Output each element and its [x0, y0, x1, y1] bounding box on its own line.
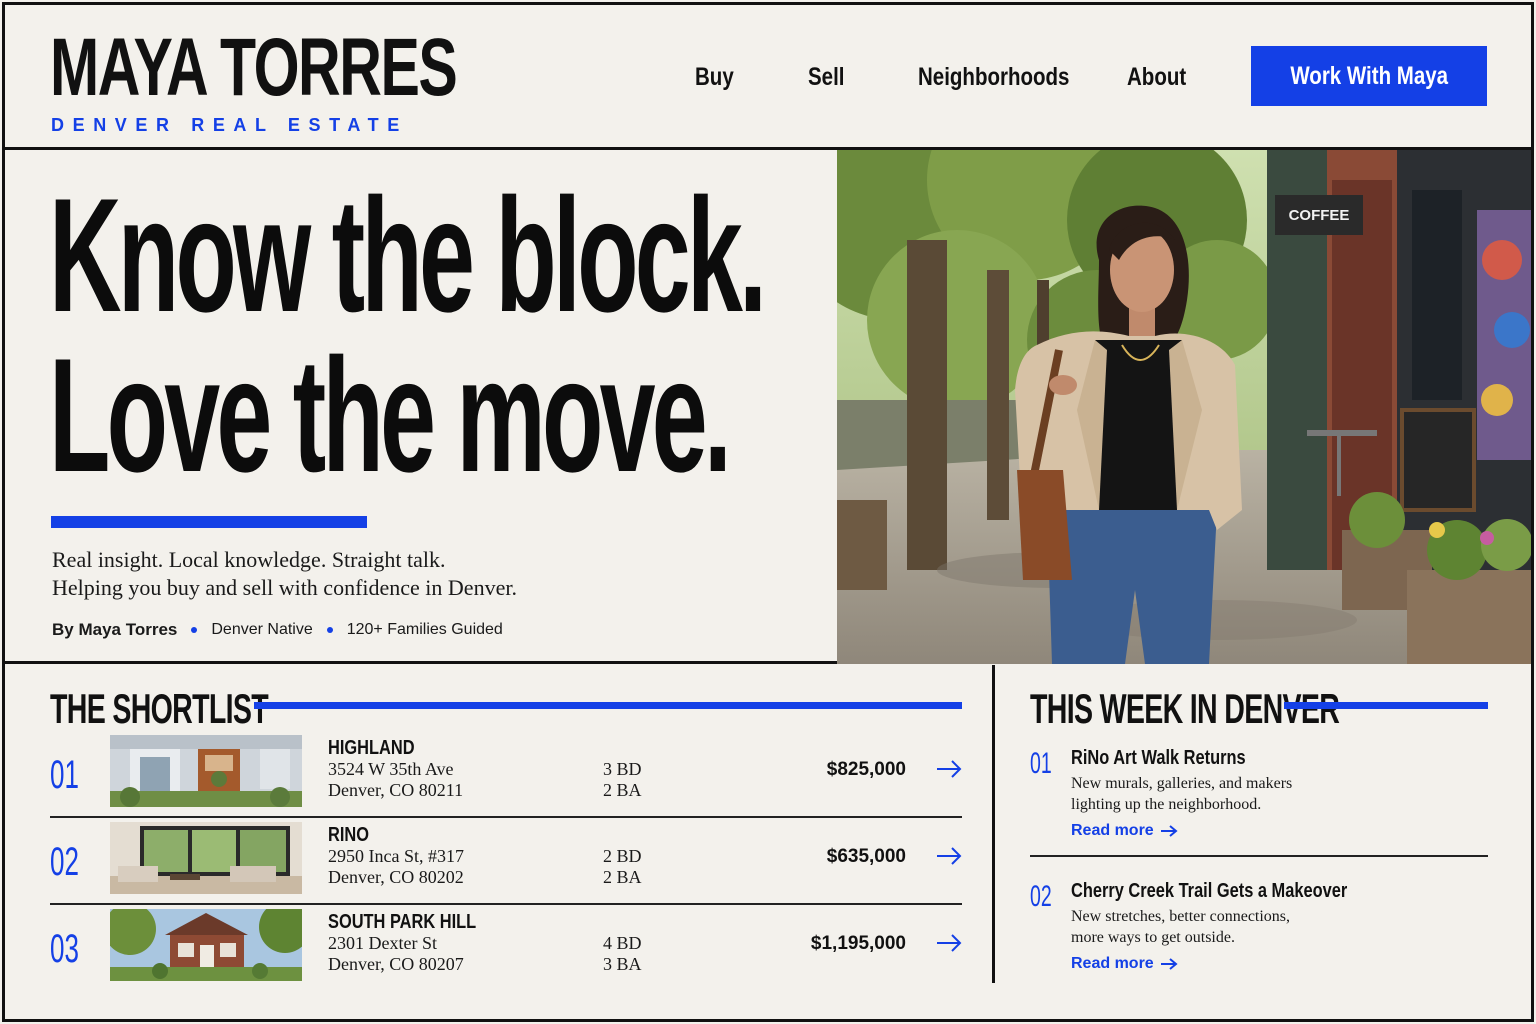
news-title[interactable]: Cherry Creek Trail Gets a Makeover [1071, 880, 1347, 903]
cta-label: Work With Maya [1290, 61, 1448, 90]
listing-number: 01 [50, 753, 79, 797]
listing-photo-south-park-hill[interactable] [110, 909, 302, 981]
hero-photo-agent-street: COFFEE [837, 150, 1531, 664]
news-number: 01 [1030, 747, 1052, 780]
column-divider [992, 665, 995, 983]
page-frame: MAYA TORRES DENVER REAL ESTATE Buy Sell … [2, 2, 1534, 1022]
headline-line-1: Know the block. [49, 165, 767, 346]
listing-neighborhood: HIGHLAND [328, 737, 415, 759]
read-more-label: Read more [1071, 822, 1154, 839]
read-more-link[interactable]: Read more [1071, 822, 1178, 840]
listing-neighborhood: RINO [328, 824, 369, 846]
bullet-dot [326, 627, 333, 633]
byline-author: By Maya Torres [52, 620, 178, 639]
news-title[interactable]: RiNo Art Walk Returns [1071, 747, 1246, 770]
weekly-accent-rule [1284, 702, 1488, 709]
listing-rooms: 4 BD 3 BA [603, 933, 642, 975]
listing-row[interactable]: 02 RINO 2950 Inca St, #317 Denver, CO 80… [50, 822, 962, 908]
listing-price: $825,000 [826, 759, 906, 780]
hero-copy: Real insight. Local knowledge. Straight … [52, 546, 517, 602]
headline-line-2: Love the move. [49, 325, 732, 506]
logo-name[interactable]: MAYA TORRES [50, 25, 458, 111]
listing-beds: 2 BD [603, 846, 642, 866]
hero-accent-bar [51, 516, 367, 528]
listing-city: Denver, CO 80202 [328, 867, 464, 887]
arrow-right-icon[interactable] [936, 931, 962, 955]
hero-copy-line-1: Real insight. Local knowledge. Straight … [52, 547, 446, 572]
listing-photo-rino[interactable] [110, 822, 302, 894]
listing-price: $635,000 [826, 846, 906, 867]
listing-city: Denver, CO 80211 [328, 780, 464, 800]
arrow-right-icon[interactable] [936, 757, 962, 781]
news-desc-line-1: New stretches, better connections, [1071, 908, 1291, 925]
listing-street: 3524 W 35th Ave [328, 759, 454, 779]
arrow-right-icon[interactable] [936, 844, 962, 868]
nav-about[interactable]: About [1127, 63, 1186, 92]
news-divider [1030, 855, 1488, 857]
news-desc-line-1: New murals, galleries, and makers [1071, 775, 1293, 792]
logo-tagline: DENVER REAL ESTATE [51, 115, 408, 135]
listing-photo-highland[interactable] [110, 735, 302, 807]
bullet-dot [191, 627, 198, 633]
listing-divider [50, 816, 962, 818]
listing-baths: 2 BA [603, 780, 642, 800]
listing-address: 2950 Inca St, #317 Denver, CO 80202 [328, 846, 464, 888]
coffee-sign-text: COFFEE [1289, 207, 1350, 224]
listing-address: 2301 Dexter St Denver, CO 80207 [328, 933, 464, 975]
listing-baths: 3 BA [603, 954, 642, 974]
news-desc-line-2: lighting up the neighborhood. [1071, 796, 1262, 813]
listing-row[interactable]: 03 SOUTH PARK HILL 2301 Dexter St Denver… [50, 909, 962, 995]
shortlist-accent-rule [254, 702, 962, 709]
listing-street: 2950 Inca St, #317 [328, 846, 464, 866]
work-with-maya-button[interactable]: Work With Maya [1251, 46, 1487, 106]
listing-neighborhood: SOUTH PARK HILL [328, 911, 477, 933]
arrow-right-icon [1160, 958, 1178, 970]
byline: By Maya Torres Denver Native 120+ Famili… [52, 620, 503, 640]
listing-beds: 4 BD [603, 933, 642, 953]
listing-row[interactable]: 01 HIGHLAND 3524 W 35th Ave Denver, CO 8… [50, 735, 962, 821]
news-description: New murals, galleries, and makers lighti… [1071, 773, 1292, 815]
listing-number: 02 [50, 840, 79, 884]
shortlist-title: THE SHORTLIST [50, 685, 269, 732]
arrow-right-icon [1160, 825, 1178, 837]
listing-divider [50, 903, 962, 905]
listing-city: Denver, CO 80207 [328, 954, 464, 974]
read-more-link[interactable]: Read more [1071, 955, 1178, 973]
listing-address: 3524 W 35th Ave Denver, CO 80211 [328, 759, 463, 801]
listing-rooms: 3 BD 2 BA [603, 759, 642, 801]
listing-street: 2301 Dexter St [328, 933, 437, 953]
hero-headline: Know the block. Love the move. [49, 165, 767, 506]
listing-beds: 3 BD [603, 759, 642, 779]
listing-price: $1,195,000 [810, 933, 906, 954]
nav-neighborhoods[interactable]: Neighborhoods [918, 63, 1069, 92]
nav-buy[interactable]: Buy [695, 63, 734, 92]
listing-number: 03 [50, 927, 79, 971]
listing-rooms: 2 BD 2 BA [603, 846, 642, 888]
nav-sell[interactable]: Sell [808, 63, 844, 92]
news-desc-line-2: more ways to get outside. [1071, 929, 1235, 946]
news-number: 02 [1030, 880, 1052, 913]
hero-copy-line-2: Helping you buy and sell with confidence… [52, 575, 517, 600]
news-description: New stretches, better connections, more … [1071, 906, 1290, 948]
weekly-title: THIS WEEK IN DENVER [1030, 685, 1340, 732]
byline-tag-families: 120+ Families Guided [346, 621, 503, 638]
read-more-label: Read more [1071, 955, 1154, 972]
hero-section: Know the block. Love the move. Real insi… [5, 150, 1531, 664]
byline-tag-native: Denver Native [211, 621, 313, 638]
site-header: MAYA TORRES DENVER REAL ESTATE Buy Sell … [5, 5, 1531, 150]
listing-baths: 2 BA [603, 867, 642, 887]
